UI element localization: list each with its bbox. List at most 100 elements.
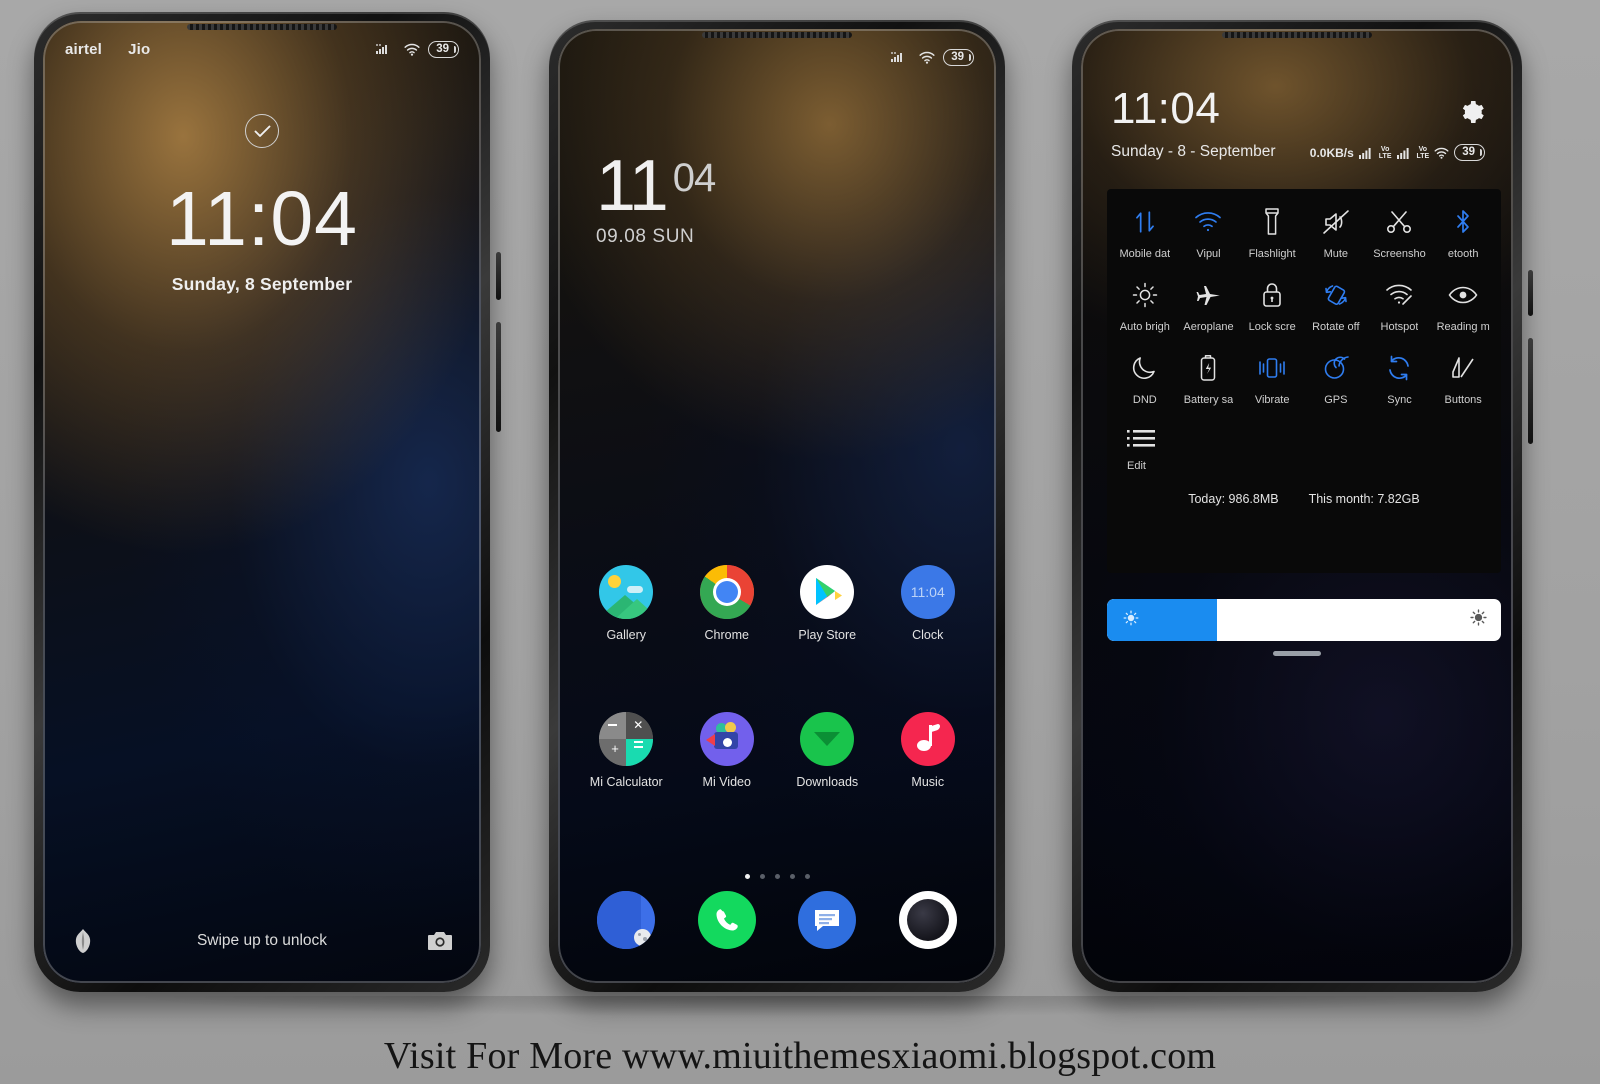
signal-bars-icon — [376, 44, 388, 54]
notification-shade: 11:04 Sunday - 8 - September 0.0KB/s Vo L… — [1081, 29, 1513, 983]
toggle-hotspot[interactable]: Hotspot — [1368, 278, 1432, 333]
shade-drag-handle[interactable] — [1273, 651, 1321, 656]
airplane-icon — [1194, 278, 1222, 312]
phone-icon — [697, 891, 756, 949]
app-label: Downloads — [796, 775, 859, 789]
app-clock[interactable]: 11:04 Clock — [878, 565, 979, 642]
app-play-store[interactable]: Play Store — [777, 565, 878, 642]
toggle-label: Mobile dat — [1119, 248, 1171, 260]
toggle-auto-brightness[interactable]: Auto brigh — [1113, 278, 1177, 333]
signal-bars-icon-sim2 — [1396, 147, 1409, 159]
unlock-hint-text: Swipe up to unlock — [196, 932, 328, 949]
app-label: Chrome — [704, 628, 749, 642]
lockscreen-bottom-bar: Swipe up to unlock — [43, 921, 481, 961]
signal-bars-icon — [891, 52, 903, 62]
dock-app-camera[interactable] — [878, 891, 979, 949]
lockscreen-time: 11:04 — [166, 176, 358, 262]
toggle-screenshot[interactable]: Screensho — [1368, 205, 1432, 260]
app-mi-video[interactable]: Mi Video — [677, 712, 778, 789]
app-downloads[interactable]: Downloads — [777, 712, 878, 789]
app-gallery[interactable]: Gallery — [576, 565, 677, 642]
usage-month: This month: 7.82GB — [1308, 492, 1420, 506]
toggle-aeroplane[interactable]: Aeroplane — [1177, 278, 1241, 333]
widget-date: 09.08 SUN — [596, 226, 695, 248]
volume-buttons[interactable] — [1528, 338, 1533, 444]
phone-mockup-lockscreen: airtel Jio 39 11:04 Sunday, 8 September … — [34, 12, 501, 992]
app-label: Gallery — [606, 628, 647, 642]
earpiece-speaker — [1222, 32, 1372, 38]
mobile-data-icon — [1132, 205, 1158, 239]
toggle-lock-screen[interactable]: Lock scre — [1240, 278, 1304, 333]
page-dot-3[interactable] — [774, 874, 780, 879]
app-mi-calculator[interactable]: ✕ + Mi Calculator — [576, 712, 677, 789]
power-button[interactable] — [496, 252, 501, 300]
wifi-icon — [1434, 147, 1449, 159]
app-chrome[interactable]: Chrome — [677, 565, 778, 642]
toggle-wifi[interactable]: Vipul — [1177, 205, 1241, 260]
app-label: Mi Calculator — [589, 775, 663, 789]
lock-icon — [1261, 278, 1283, 312]
toggle-mobile-data[interactable]: Mobile dat — [1113, 205, 1177, 260]
brightness-high-icon — [1470, 609, 1487, 631]
play-store-icon — [800, 565, 855, 619]
toggle-flashlight[interactable]: Flashlight — [1240, 205, 1304, 260]
toggle-label: Flashlight — [1248, 248, 1296, 260]
browser-icon — [597, 891, 656, 949]
page-dot-2[interactable] — [759, 874, 765, 879]
app-label: Play Store — [798, 628, 857, 642]
toggle-rotate[interactable]: Rotate off — [1304, 278, 1368, 333]
lock-screen: airtel Jio 39 11:04 Sunday, 8 September … — [43, 21, 481, 983]
dock — [576, 891, 978, 949]
dock-app-messages[interactable] — [777, 891, 878, 949]
power-button[interactable] — [1528, 270, 1533, 316]
home-clock-widget[interactable]: 11 04 09.08 SUN — [596, 146, 716, 248]
page-dot-4[interactable] — [789, 874, 795, 879]
toggle-label: Vibrate — [1254, 394, 1290, 406]
notification-time: 11:04 — [1111, 84, 1221, 133]
battery-indicator: 39 — [428, 40, 459, 58]
toggle-label: Lock scre — [1248, 321, 1296, 333]
toggle-sync[interactable]: Sync — [1368, 351, 1432, 406]
chrome-icon — [699, 565, 754, 619]
app-grid-row-2: ✕ + Mi Calculator Mi Video Downloads Mus… — [576, 712, 978, 789]
page-dot-1[interactable] — [744, 874, 750, 879]
earpiece-speaker — [702, 32, 852, 38]
mute-icon — [1322, 205, 1350, 239]
toggle-vibrate[interactable]: Vibrate — [1240, 351, 1304, 406]
dock-app-phone[interactable] — [677, 891, 778, 949]
hotspot-icon — [1385, 278, 1413, 312]
edit-label: Edit — [1127, 460, 1146, 472]
toggle-dnd[interactable]: DND — [1113, 351, 1177, 406]
lockscreen-wallpaper — [43, 21, 481, 983]
vibrate-icon — [1257, 351, 1287, 385]
widget-hour: 11 — [596, 146, 669, 226]
brightness-slider[interactable] — [1107, 599, 1501, 641]
toggle-buttons[interactable]: Buttons — [1431, 351, 1495, 406]
toggle-label: Reading m — [1436, 321, 1490, 333]
signal-bars-icon-sim1 — [1358, 147, 1371, 159]
messages-icon — [798, 891, 857, 949]
bluetooth-icon — [1453, 205, 1473, 239]
moon-icon — [1132, 351, 1158, 385]
toggle-bluetooth[interactable]: etooth — [1431, 205, 1495, 260]
net-speed-label: 0.0KB/s — [1309, 145, 1354, 160]
toggle-label: Vipul — [1196, 248, 1221, 260]
battery-indicator: 39 — [943, 48, 974, 66]
toggle-mute[interactable]: Mute — [1304, 205, 1368, 260]
gps-icon — [1322, 351, 1350, 385]
wifi-icon — [404, 43, 420, 56]
gear-icon[interactable] — [1459, 99, 1485, 130]
edit-toggles-button[interactable]: Edit — [1113, 422, 1495, 474]
toggle-label: etooth — [1447, 248, 1479, 260]
volume-buttons[interactable] — [496, 322, 501, 432]
app-music[interactable]: Music — [878, 712, 979, 789]
toggle-battery-saver[interactable]: Battery sa — [1177, 351, 1241, 406]
toggle-gps[interactable]: GPS — [1304, 351, 1368, 406]
carrier-label-1: airtel — [65, 40, 103, 58]
toggle-label: Buttons — [1444, 394, 1482, 406]
dock-app-browser[interactable] — [576, 891, 677, 949]
quick-settings-panel: Mobile dat Vipul Flashlight Mute Screens… — [1107, 189, 1501, 573]
battery-saver-icon — [1199, 351, 1217, 385]
page-dot-5[interactable] — [804, 874, 810, 879]
toggle-reading-mode[interactable]: Reading m — [1431, 278, 1495, 333]
